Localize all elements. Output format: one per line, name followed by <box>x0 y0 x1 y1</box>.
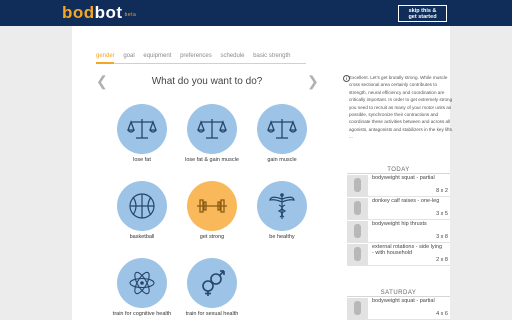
main-content: gender goal equipment preferences schedu… <box>72 26 453 320</box>
exercise-item[interactable]: bodyweight squat - partial 4 x 6 <box>347 297 450 320</box>
tab-goal[interactable]: goal <box>123 53 134 59</box>
info-icon: i <box>343 75 350 82</box>
tabs-divider <box>96 63 306 64</box>
previous-arrow-icon[interactable]: ❮ <box>96 73 108 89</box>
scale-icon <box>257 104 307 154</box>
next-arrow-icon[interactable]: ❯ <box>307 73 319 89</box>
exercise-thumbnail <box>347 198 368 219</box>
goal-lose-fat-gain-muscle[interactable]: lose fat & gain muscle <box>182 104 242 164</box>
exercise-item[interactable]: external rotations - side lying - with h… <box>347 243 450 266</box>
question-heading: What do you want to do? <box>151 76 263 87</box>
exercise-item[interactable]: donkey calf raises - one-leg 3 x 5 <box>347 197 450 220</box>
basketball-icon <box>117 181 167 231</box>
step-tabs: gender goal equipment preferences schedu… <box>96 53 298 59</box>
goal-description: i Excellent. Let's get brutally strong. … <box>343 74 454 141</box>
scale-icon <box>187 104 237 154</box>
goal-gain-muscle[interactable]: gain muscle <box>252 104 312 164</box>
tab-preferences[interactable]: preferences <box>180 53 212 59</box>
exercise-thumbnail <box>347 244 368 265</box>
tab-basic-strength[interactable]: basic strength <box>253 53 290 59</box>
barbell-icon <box>187 181 237 231</box>
schedule-saturday: SATURDAY bodyweight squat - partial 4 x … <box>347 289 450 320</box>
bodbot-logo[interactable]: bodbot beta <box>62 3 136 23</box>
schedule-today: TODAY bodyweight squat - partial 8 x 2 d… <box>347 166 450 266</box>
exercise-item[interactable]: bodyweight squat - partial 8 x 2 <box>347 174 450 197</box>
top-bar: bodbot beta skip this & get started <box>0 0 512 26</box>
goal-basketball[interactable]: basketball <box>112 181 172 241</box>
exercise-thumbnail <box>347 298 368 319</box>
exercise-thumbnail <box>347 221 368 242</box>
goal-lose-fat[interactable]: lose fat <box>112 104 172 164</box>
tab-schedule[interactable]: schedule <box>220 53 244 59</box>
tab-equipment[interactable]: equipment <box>143 53 171 59</box>
scale-icon <box>117 104 167 154</box>
day-heading: TODAY <box>347 166 450 174</box>
goal-sexual-health[interactable]: train for sexual health <box>182 258 242 318</box>
goal-get-strong[interactable]: get strong <box>182 181 242 241</box>
exercise-item[interactable]: bodyweight hip thrusts 3 x 8 <box>347 220 450 243</box>
tab-gender[interactable]: gender <box>96 53 115 59</box>
active-tab-indicator <box>96 62 114 64</box>
exercise-thumbnail <box>347 175 368 196</box>
day-heading: SATURDAY <box>347 289 450 297</box>
caduceus-icon <box>257 181 307 231</box>
goal-be-healthy[interactable]: be healthy <box>252 181 312 241</box>
atom-icon <box>117 258 167 308</box>
gender-symbols-icon <box>187 258 237 308</box>
skip-and-get-started-button[interactable]: skip this & get started <box>398 5 447 22</box>
goal-cognitive-health[interactable]: train for cognitive health <box>112 258 172 318</box>
